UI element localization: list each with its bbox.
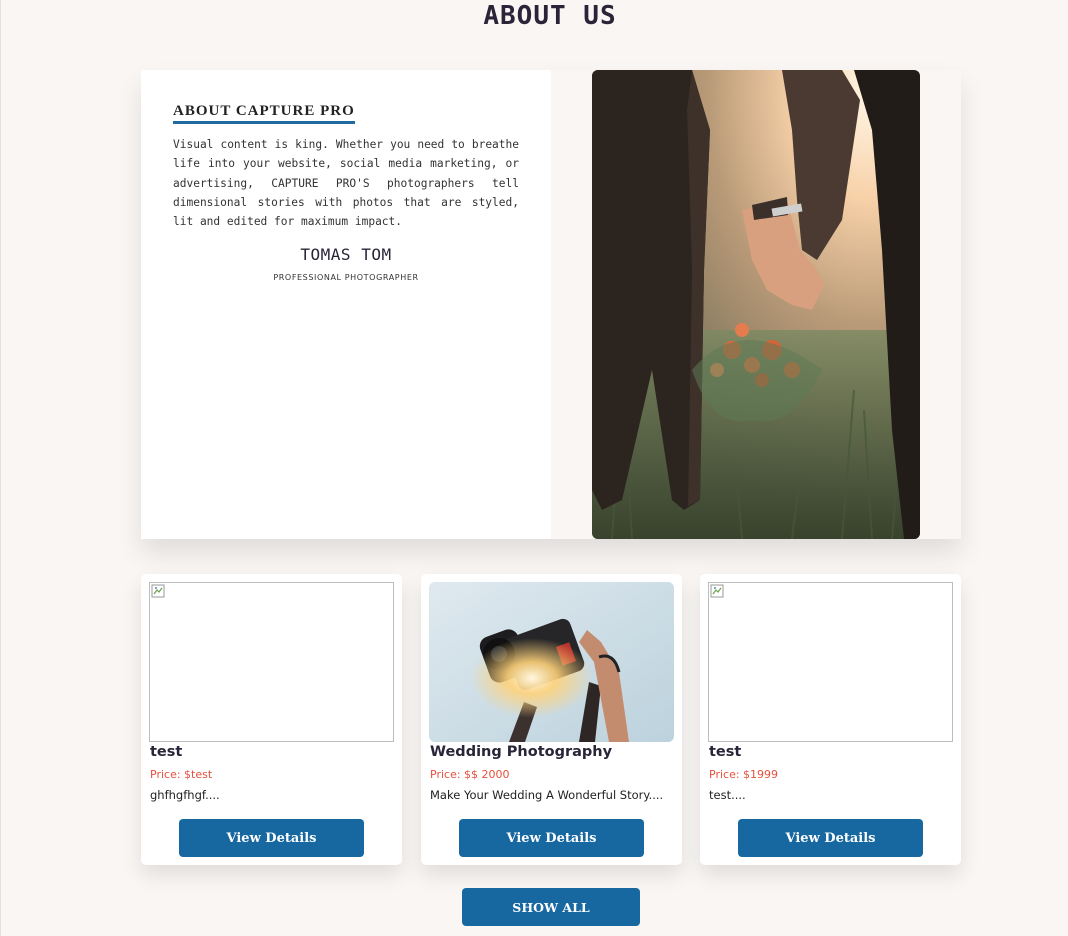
section-heading: ABOUT US: [483, 1, 617, 31]
service-price: Price: $$ 2000: [430, 768, 510, 781]
service-title: test: [709, 744, 742, 760]
service-card: test Price: $test ghfhgfhgf.... View Det…: [141, 574, 402, 865]
about-title: ABOUT CAPTURE PRO: [173, 103, 355, 124]
service-description: test....: [709, 788, 746, 802]
service-image-broken: [149, 582, 394, 742]
about-card: ABOUT CAPTURE PRO Visual content is king…: [141, 70, 961, 539]
service-card: Wedding Photography Price: $$ 2000 Make …: [421, 574, 682, 865]
service-price: Price: $test: [150, 768, 213, 781]
broken-image-icon: [151, 584, 165, 598]
service-description: ghfhgfhgf....: [150, 788, 220, 802]
view-details-button[interactable]: View Details: [179, 819, 364, 857]
show-all-button[interactable]: SHOW ALL: [462, 888, 640, 926]
services-grid: test Price: $test ghfhgfhgf.... View Det…: [141, 574, 961, 865]
service-title: test: [150, 744, 183, 760]
broken-image-icon: [710, 584, 724, 598]
camera-photo: [429, 582, 674, 742]
service-title: Wedding Photography: [430, 744, 613, 760]
author-role: PROFESSIONAL PHOTOGRAPHER: [273, 273, 419, 283]
about-image-panel: [551, 70, 961, 539]
service-price: Price: $1999: [709, 768, 779, 781]
service-image-broken: [708, 582, 953, 742]
about-paragraph: Visual content is king. Whether you need…: [173, 138, 519, 229]
service-description: Make Your Wedding A Wonderful Story....: [430, 788, 664, 802]
about-text-panel: ABOUT CAPTURE PRO Visual content is king…: [141, 70, 551, 539]
page-edge: [0, 0, 1, 936]
view-details-button[interactable]: View Details: [459, 819, 644, 857]
service-card: test Price: $1999 test.... View Details: [700, 574, 961, 865]
view-details-button[interactable]: View Details: [738, 819, 923, 857]
author-name: TOMAS TOM: [300, 245, 392, 265]
couple-bouquet-photo: [592, 70, 920, 539]
